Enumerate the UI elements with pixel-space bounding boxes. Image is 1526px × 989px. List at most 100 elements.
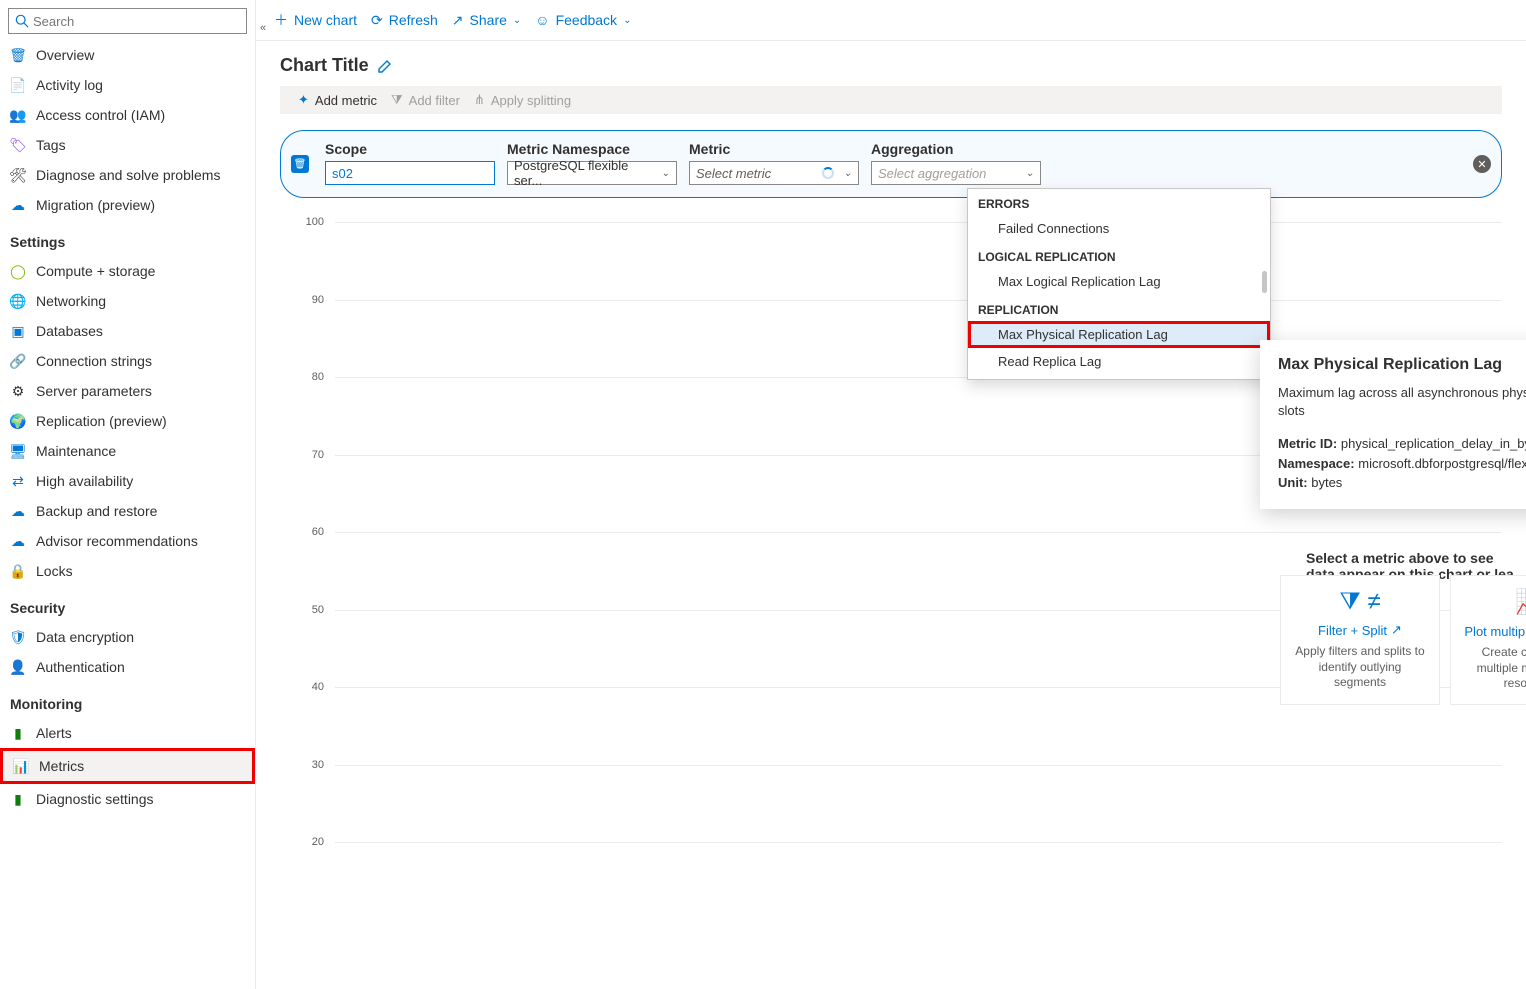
refresh-icon: ⟳ [371, 12, 383, 29]
metrics-icon: 📊 [13, 758, 29, 774]
new-chart-button[interactable]: ＋New chart [274, 10, 357, 30]
gridline [335, 532, 1502, 533]
nav-label: Replication (preview) [36, 413, 167, 429]
edit-title-icon[interactable] [377, 58, 393, 74]
chevron-down-icon: ⌄ [623, 15, 631, 26]
gridline [335, 222, 1502, 223]
nav-advisor[interactable]: ☁ Advisor recommendations [0, 526, 255, 556]
nav-label: Alerts [36, 725, 72, 741]
metric-tooltip: Max Physical Replication Lag Maximum lag… [1260, 340, 1526, 509]
namespace-select[interactable]: PostgreSQL flexible ser...⌄ [507, 161, 677, 185]
nav-label: Compute + storage [36, 263, 155, 279]
compute-icon: ◯ [10, 263, 26, 279]
nav-label: Authentication [36, 659, 125, 675]
nav-migration[interactable]: ☁ Migration (preview) [0, 190, 255, 220]
log-icon: 📄 [10, 77, 26, 93]
y-axis-tick: 40 [294, 681, 324, 693]
card-title: Filter + Split [1318, 623, 1387, 638]
card-title: Plot multiple metrics [1464, 624, 1526, 639]
metric-dropdown[interactable]: ERRORS Failed Connections LOGICAL REPLIC… [967, 188, 1271, 380]
chart-icon: 📈 [1515, 588, 1526, 617]
metric-select[interactable]: Select metric⌄ [689, 161, 859, 185]
nav-label: Backup and restore [36, 503, 157, 519]
nav-label: Networking [36, 293, 106, 309]
ha-icon: ⇄ [10, 473, 26, 489]
nav-diagnose[interactable]: 🛠Diagnose and solve problems [0, 160, 255, 190]
nav-backup-restore[interactable]: ☁Backup and restore [0, 496, 255, 526]
dropdown-opt-failed-connections[interactable]: Failed Connections [968, 215, 1270, 242]
nav-data-encryption[interactable]: 🛡Data encryption [0, 622, 255, 652]
search-input[interactable] [33, 14, 240, 29]
section-monitoring: Monitoring [0, 682, 255, 718]
share-button[interactable]: ↗ Share ⌄ [452, 12, 521, 29]
gridline [335, 300, 1502, 301]
hint-cards: ⧩ ≠ Filter + Split ↗ Apply filters and s… [1280, 575, 1526, 705]
nav-authentication[interactable]: 👤Authentication [0, 652, 255, 682]
dropdown-scrollbar[interactable] [1262, 271, 1267, 293]
nav-networking[interactable]: 🌐Networking [0, 286, 255, 316]
y-axis-tick: 100 [294, 216, 324, 228]
nav-databases[interactable]: ▣Databases [0, 316, 255, 346]
apply-splitting-button: ⋔Apply splitting [474, 92, 571, 108]
action-label: Add metric [315, 93, 377, 108]
tag-icon: 🏷 [10, 137, 26, 153]
nav-high-availability[interactable]: ⇄High availability [0, 466, 255, 496]
search-icon [15, 14, 29, 28]
chevron-down-icon: ⌄ [513, 15, 521, 26]
card-plot-multiple[interactable]: 📈 Plot multiple metrics ↗ Create charts … [1450, 575, 1526, 705]
main-panel: ＋New chart ⟳Refresh ↗ Share ⌄ ☺Feedback⌄ C… [256, 0, 1526, 989]
search-box[interactable] [8, 8, 247, 34]
nav-metrics[interactable]: 📊Metrics [0, 748, 255, 784]
nav-replication[interactable]: 🌍Replication (preview) [0, 406, 255, 436]
nav-access-control[interactable]: 👥Access control (IAM) [0, 100, 255, 130]
refresh-button[interactable]: ⟳Refresh [371, 12, 438, 29]
nav-compute-storage[interactable]: ◯ Compute + storage [0, 256, 255, 286]
feedback-button[interactable]: ☺Feedback⌄ [535, 12, 631, 28]
y-axis-tick: 50 [294, 604, 324, 616]
gridline [335, 765, 1502, 766]
nav-locks[interactable]: 🔒Locks [0, 556, 255, 586]
nav-alerts[interactable]: ▮ Alerts [0, 718, 255, 748]
chevron-down-icon: ⌄ [844, 168, 852, 179]
gridline [335, 842, 1502, 843]
nav-label: Diagnostic settings [36, 791, 154, 807]
alert-icon: ▮ [10, 725, 26, 741]
nav-label: Server parameters [36, 383, 152, 399]
advisor-icon: ☁ [10, 533, 26, 549]
tooltip-meta-value: physical_replication_delay_in_bytes [1341, 436, 1526, 451]
nav-label: Advisor recommendations [36, 533, 198, 549]
toolbar-label: New chart [294, 12, 357, 28]
chart-title-row: Chart Title [256, 41, 1526, 86]
dropdown-opt-read-replica-lag[interactable]: Read Replica Lag [968, 348, 1270, 375]
tooltip-meta-value: microsoft.dbforpostgresql/flexibleserver… [1358, 456, 1526, 471]
nav-activity-log[interactable]: 📄Activity log [0, 70, 255, 100]
tooltip-meta-label: Metric ID: [1278, 436, 1337, 451]
nav-diagnostic-settings[interactable]: ▮Diagnostic settings [0, 784, 255, 814]
remove-metric-button[interactable]: ✕ [1473, 155, 1491, 173]
dropdown-opt-max-physical-lag[interactable]: Max Physical Replication Lag [968, 321, 1270, 348]
nav-server-parameters[interactable]: ⚙ Server parameters [0, 376, 255, 406]
migration-icon: ☁ [10, 197, 26, 213]
nav-tags[interactable]: 🏷Tags [0, 130, 255, 160]
scope-field[interactable]: s02 [325, 161, 495, 185]
dropdown-opt-max-logical-lag[interactable]: Max Logical Replication Lag [968, 268, 1270, 295]
nav-connection-strings[interactable]: 🔗Connection strings [0, 346, 255, 376]
encryption-icon: 🛡 [10, 629, 26, 645]
aggregation-placeholder: Select aggregation [878, 166, 986, 181]
nav-overview[interactable]: 🗑Overview [0, 40, 255, 70]
nav-label: Migration (preview) [36, 197, 155, 213]
tooltip-meta-label: Unit: [1278, 475, 1308, 490]
y-axis-tick: 60 [294, 526, 324, 538]
card-filter-split[interactable]: ⧩ ≠ Filter + Split ↗ Apply filters and s… [1280, 575, 1440, 705]
tooltip-meta-value: bytes [1311, 475, 1342, 490]
nav-maintenance[interactable]: 🖥Maintenance [0, 436, 255, 466]
add-metric-button[interactable]: ✦Add metric [298, 92, 377, 108]
toolbar-label: Share [470, 12, 507, 28]
dropdown-group: LOGICAL REPLICATION [968, 242, 1270, 268]
tooltip-title: Max Physical Replication Lag [1278, 356, 1526, 374]
gear-icon: ⚙ [10, 383, 26, 399]
share-icon: ↗ [452, 12, 464, 29]
external-link-icon: ↗ [1391, 622, 1402, 638]
nav-label: Databases [36, 323, 103, 339]
nav-label: Maintenance [36, 443, 116, 459]
